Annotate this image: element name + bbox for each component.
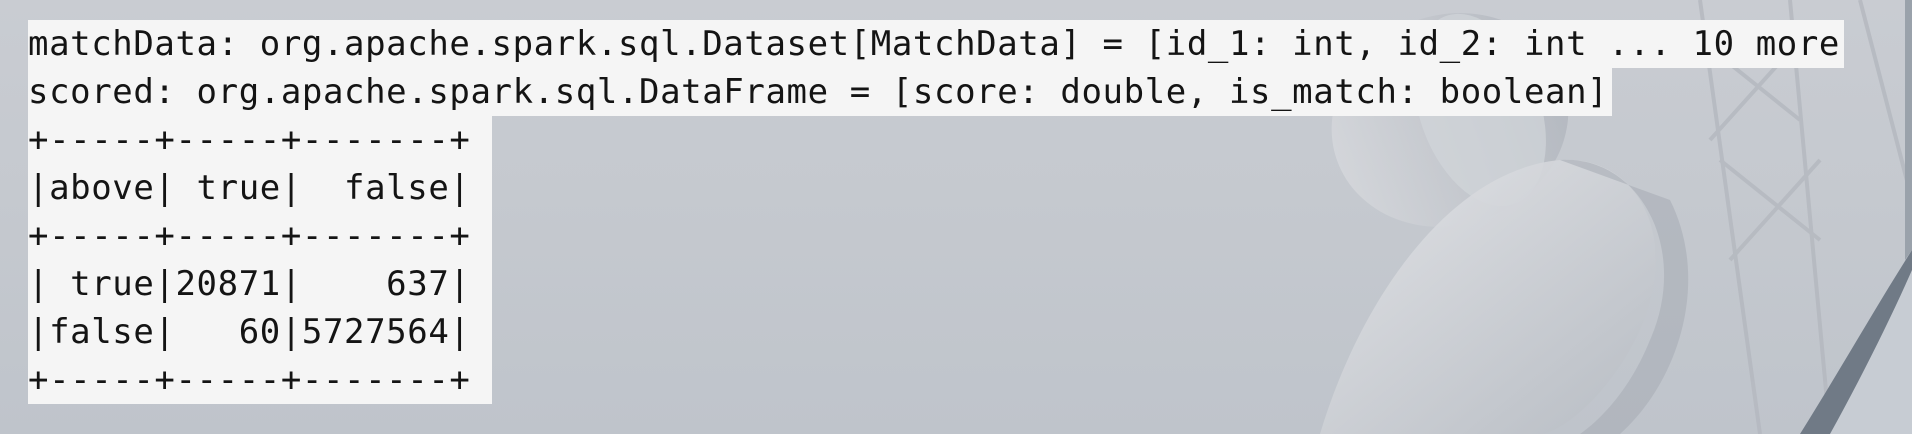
table-border-top: +-----+-----+-------+: [28, 116, 493, 164]
table-border-middle: +-----+-----+-------+: [28, 212, 493, 260]
output-line: scored: org.apache.spark.sql.DataFrame =…: [28, 68, 1844, 116]
terminal-output: matchData: org.apache.spark.sql.Dataset[…: [28, 20, 1844, 404]
table-header-row: |above| true| false|: [28, 164, 493, 212]
output-line: matchData: org.apache.spark.sql.Dataset[…: [28, 20, 1844, 68]
table-border-bottom: +-----+-----+-------+: [28, 356, 493, 404]
result-table: +-----+-----+-------+ |above| true| fals…: [28, 116, 493, 404]
table-row: | true|20871| 637|: [28, 260, 493, 308]
table-row: |false| 60|5727564|: [28, 308, 493, 356]
